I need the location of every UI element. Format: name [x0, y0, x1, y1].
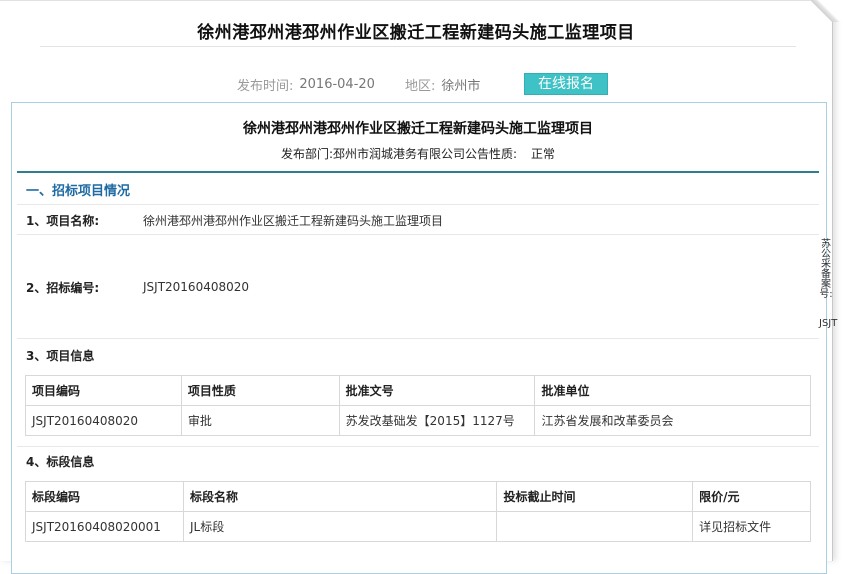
publish-meta: 发布时间: 2016-04-20 地区: 徐州市 — [237, 75, 480, 94]
table-header-row: 项目编码 项目性质 批准文号 批准单位 — [25, 375, 811, 406]
table-cell — [496, 511, 694, 542]
table-row: JSJT20160408020001 JL标段 详见招标文件 — [25, 511, 811, 542]
notice-subline: 发布部门:邳州市润城港务有限公司公告性质: 正常 — [11, 145, 825, 162]
table-cell: 苏发改基础发【2015】1127号 — [338, 405, 536, 436]
table-cell: JSJT20160408020 — [25, 405, 182, 436]
project-info-table: 项目编码 项目性质 批准文号 批准单位 JSJT20160408020 审批 苏… — [25, 375, 811, 436]
title-divider — [40, 46, 796, 47]
segment-info-label: 4、标段信息 — [26, 455, 95, 469]
side-filing-code: JSJT — [819, 318, 838, 329]
table-cell: 江苏省发展和改革委员会 — [534, 405, 811, 436]
col-header: 项目性质 — [180, 375, 340, 406]
region-label: 地区: — [404, 79, 436, 94]
bid-number-value: JSJT20160408020 — [143, 280, 250, 294]
table-cell: JSJT20160408020001 — [25, 511, 184, 542]
row-divider — [17, 204, 819, 205]
row-divider — [17, 338, 819, 339]
publish-time-label: 发布时间: — [237, 79, 294, 94]
col-header: 标段名称 — [182, 481, 498, 512]
page-title: 徐州港邳州港邳州作业区搬迁工程新建码头施工监理项目 — [197, 23, 635, 43]
col-header: 投标截止时间 — [496, 481, 694, 512]
bid-number-label: 2、招标编号: — [26, 281, 100, 295]
region-value: 徐州市 — [441, 79, 481, 94]
nature-value: 正常 — [531, 147, 556, 161]
dept-value: 邳州市润城港务有限公司 — [332, 147, 465, 161]
table-cell: JL标段 — [182, 511, 498, 542]
col-header: 批准单位 — [534, 375, 811, 406]
row-divider — [17, 446, 819, 447]
notice-title: 徐州港邳州港邳州作业区搬迁工程新建码头施工监理项目 — [243, 121, 593, 137]
publish-time-value: 2016-04-20 — [299, 77, 375, 92]
online-register-button[interactable]: 在线报名 — [524, 73, 608, 95]
table-cell: 审批 — [180, 405, 340, 436]
dept-label: 发布部门: — [280, 147, 333, 161]
col-header: 批准文号 — [338, 375, 536, 406]
col-header: 限价/元 — [692, 481, 811, 512]
table-cell: 详见招标文件 — [692, 511, 811, 542]
col-header: 标段编码 — [25, 481, 184, 512]
row-divider — [17, 234, 819, 235]
section-heading-bid-overview: 一、招标项目情况 — [26, 184, 131, 199]
project-name-label: 1、项目名称: — [26, 214, 100, 228]
table-header-row: 标段编码 标段名称 投标截止时间 限价/元 — [25, 481, 811, 512]
side-filing-label: 苏公采备案号: — [819, 239, 833, 300]
nature-label: 公告性质: — [465, 147, 518, 161]
col-header: 项目编码 — [25, 375, 182, 406]
project-info-label: 3、项目信息 — [26, 349, 95, 363]
section-divider — [17, 171, 819, 173]
table-row: JSJT20160408020 审批 苏发改基础发【2015】1127号 江苏省… — [25, 405, 811, 436]
project-name-value: 徐州港邳州港邳州作业区搬迁工程新建码头施工监理项目 — [143, 214, 444, 228]
segment-info-table: 标段编码 标段名称 投标截止时间 限价/元 JSJT20160408020001… — [25, 481, 811, 542]
